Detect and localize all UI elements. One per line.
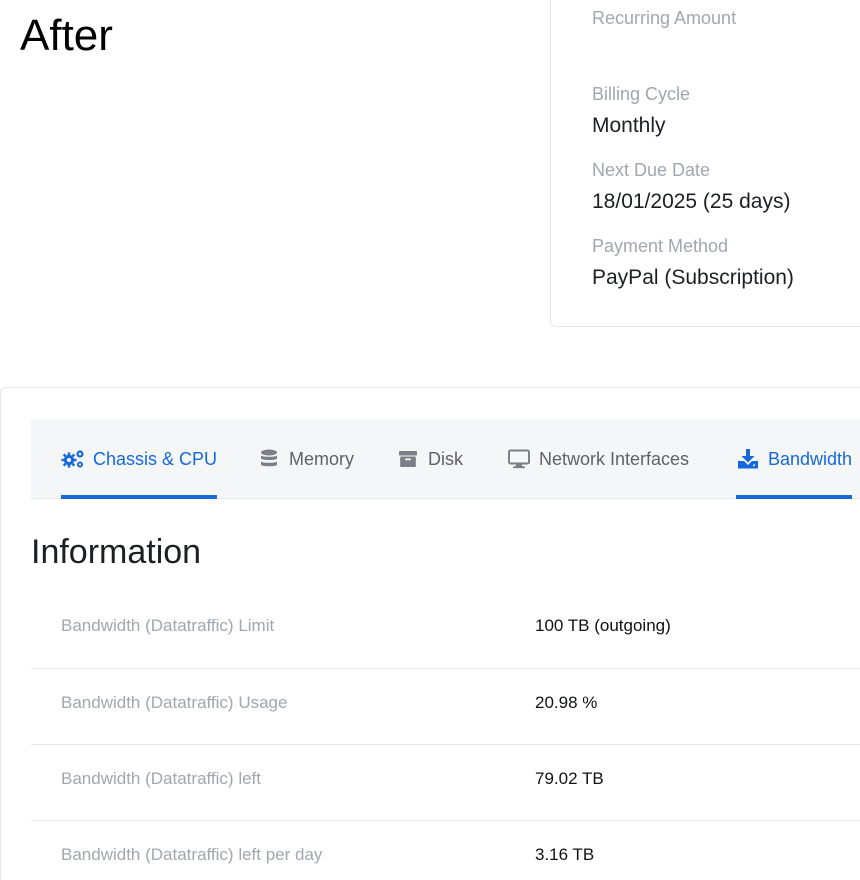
tab-memory[interactable]: Memory bbox=[257, 419, 354, 499]
info-row-label: Bandwidth (Datatraffic) left bbox=[61, 769, 261, 788]
cogs-icon bbox=[61, 447, 85, 471]
billing-summary-card: Recurring Amount Billing Cycle Monthly N… bbox=[550, 0, 860, 327]
recurring-amount-field: Recurring Amount bbox=[592, 7, 736, 29]
payment-method-field: Payment Method PayPal (Subscription) bbox=[592, 235, 794, 291]
tab-label: Bandwidth bbox=[768, 448, 853, 469]
info-row-bandwidth-limit: Bandwidth (Datatraffic) Limit 100 TB (ou… bbox=[31, 592, 860, 668]
info-row-value: 3.16 TB bbox=[535, 845, 595, 864]
payment-method-label: Payment Method bbox=[592, 236, 729, 256]
tab-label: Network Interfaces bbox=[539, 448, 690, 469]
database-icon bbox=[257, 447, 281, 471]
download-icon bbox=[736, 447, 760, 471]
tab-label: Disk bbox=[428, 448, 463, 469]
after-heading: After bbox=[20, 11, 113, 60]
billing-cycle-field: Billing Cycle Monthly bbox=[592, 83, 690, 139]
tab-label: Memory bbox=[289, 448, 355, 469]
active-tab-indicator bbox=[61, 495, 218, 499]
active-tab-indicator bbox=[736, 495, 853, 499]
details-tabbar: Chassis & CPU Memory Disk Network Interf… bbox=[31, 419, 860, 499]
info-row-bandwidth-left: Bandwidth (Datatraffic) left 79.02 TB bbox=[31, 744, 860, 820]
info-row-value: 20.98 % bbox=[535, 693, 598, 712]
info-row-label: Bandwidth (Datatraffic) left per day bbox=[61, 845, 323, 864]
tab-disk[interactable]: Disk bbox=[396, 419, 463, 499]
recurring-amount-label: Recurring Amount bbox=[592, 8, 737, 28]
billing-cycle-value: Monthly bbox=[592, 114, 666, 137]
info-row-bandwidth-usage: Bandwidth (Datatraffic) Usage 20.98 % bbox=[31, 668, 860, 744]
tab-bandwidth[interactable]: Bandwidth bbox=[736, 419, 853, 499]
payment-method-value: PayPal (Subscription) bbox=[592, 266, 794, 289]
info-row-value: 79.02 TB bbox=[535, 769, 604, 788]
archive-icon bbox=[396, 447, 420, 471]
next-due-date-label: Next Due Date bbox=[592, 160, 711, 180]
section-title: Information bbox=[31, 533, 202, 571]
tab-chassis-cpu[interactable]: Chassis & CPU bbox=[61, 419, 218, 499]
tab-network-interfaces[interactable]: Network Interfaces bbox=[507, 419, 689, 499]
info-row-bandwidth-left-per-day: Bandwidth (Datatraffic) left per day 3.1… bbox=[31, 820, 860, 880]
next-due-date-field: Next Due Date 18/01/2025 (25 days) bbox=[592, 159, 790, 215]
monitor-icon bbox=[507, 447, 531, 471]
info-row-value: 100 TB (outgoing) bbox=[535, 616, 671, 635]
info-row-label: Bandwidth (Datatraffic) Limit bbox=[61, 616, 275, 635]
next-due-date-value: 18/01/2025 (25 days) bbox=[592, 190, 791, 213]
billing-cycle-label: Billing Cycle bbox=[592, 84, 691, 104]
info-row-label: Bandwidth (Datatraffic) Usage bbox=[61, 693, 288, 712]
tab-label: Chassis & CPU bbox=[93, 448, 218, 469]
